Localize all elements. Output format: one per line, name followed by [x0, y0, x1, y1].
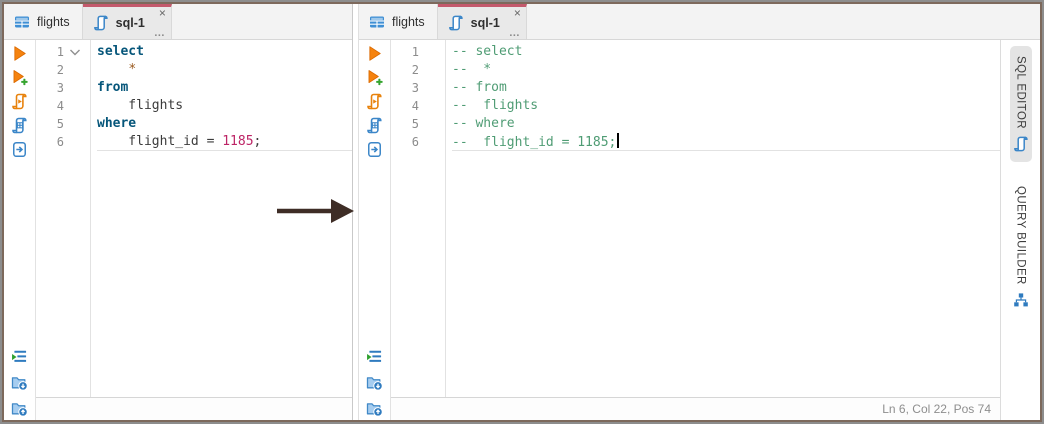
execute-statement-icon[interactable]	[11, 45, 28, 62]
code-line: where	[97, 115, 352, 133]
tab-flights[interactable]: flights	[4, 4, 83, 39]
sql-editor[interactable]: 123456 select *from flightswhere flight_…	[36, 40, 352, 397]
close-icon[interactable]: ×	[514, 7, 521, 19]
table-icon	[14, 14, 30, 30]
code-line: select	[97, 43, 352, 61]
code-line: -- *	[452, 61, 1000, 79]
script-list-icon[interactable]	[366, 348, 383, 365]
explain-plan-icon[interactable]	[366, 117, 383, 134]
code-line: -- flights	[452, 97, 1000, 115]
editor-column: 123456 select *from flightswhere flight_…	[36, 40, 352, 420]
toolbar-run-group	[366, 45, 383, 158]
line-number: 1	[391, 43, 445, 61]
code-line: flights	[97, 97, 352, 115]
toolbar-file-group	[11, 348, 28, 417]
line-number: 3	[391, 79, 445, 97]
side-tab-label: QUERY BUILDER	[1015, 186, 1027, 285]
sql-editor-panel-after: flights sql-1 × … 123456 -- select	[358, 4, 1040, 420]
line-number: 5	[391, 115, 445, 133]
tab-sql-1[interactable]: sql-1 × …	[83, 4, 172, 39]
overflow-dots-icon[interactable]: …	[509, 28, 521, 38]
line-number: 4	[36, 97, 90, 115]
script-icon	[448, 15, 464, 31]
fold-chevron-down-icon[interactable]	[64, 48, 86, 57]
execute-script-icon[interactable]	[366, 93, 383, 110]
code-line: -- select	[452, 43, 1000, 61]
code-line: flight_id = 1185;	[97, 133, 352, 151]
script-list-icon[interactable]	[11, 348, 28, 365]
line-number: 5	[36, 115, 90, 133]
editor-tabbar: flights sql-1 × …	[359, 4, 1040, 40]
table-icon	[369, 14, 385, 30]
tab-label: flights	[392, 15, 425, 29]
side-tab-label: SQL EDITOR	[1015, 56, 1027, 129]
line-number: 1	[36, 43, 90, 61]
line-number-gutter: 123456	[391, 40, 446, 397]
execute-script-icon[interactable]	[11, 93, 28, 110]
script-icon	[93, 15, 109, 31]
code-line: -- from	[452, 79, 1000, 97]
tab-sql-1[interactable]: sql-1 × …	[438, 4, 527, 39]
execute-new-tab-icon[interactable]	[11, 69, 28, 86]
text-cursor	[617, 133, 618, 148]
toolbar-run-group	[11, 45, 28, 158]
panel-body: 123456 -- select-- *-- from-- flights-- …	[359, 40, 1040, 420]
toolbar-file-group	[366, 348, 383, 417]
save-script-icon[interactable]	[366, 400, 383, 417]
dbeaver-window: flights sql-1 × … 123456 select	[0, 0, 1044, 424]
panel-body: 123456 select *from flightswhere flight_…	[4, 40, 352, 420]
caret-position: Ln 6, Col 22, Pos 74	[882, 402, 991, 416]
export-result-icon[interactable]	[366, 141, 383, 158]
tab-flights[interactable]: flights	[359, 4, 438, 39]
line-number: 2	[36, 61, 90, 79]
statusbar: Ln 6, Col 22, Pos 74	[391, 397, 1000, 420]
editor-tabbar: flights sql-1 × …	[4, 4, 352, 40]
explain-plan-icon[interactable]	[11, 117, 28, 134]
line-number: 2	[391, 61, 445, 79]
line-number: 4	[391, 97, 445, 115]
code-line: from	[97, 79, 352, 97]
execute-new-tab-icon[interactable]	[366, 69, 383, 86]
side-tab-query-builder[interactable]: QUERY BUILDER	[1010, 176, 1032, 318]
close-icon[interactable]: ×	[159, 7, 166, 19]
execute-statement-icon[interactable]	[366, 45, 383, 62]
code-line: -- flight_id = 1185;	[452, 133, 1000, 151]
line-number: 6	[391, 133, 445, 151]
tab-label: flights	[37, 15, 70, 29]
sql-editor[interactable]: 123456 -- select-- *-- from-- flights-- …	[391, 40, 1000, 397]
side-tab-sql-editor[interactable]: SQL EDITOR	[1010, 46, 1032, 162]
tab-label: sql-1	[471, 16, 500, 30]
window-frame: flights sql-1 × … 123456 select	[2, 2, 1042, 422]
code-area[interactable]: -- select-- *-- from-- flights-- where--…	[446, 40, 1000, 397]
sql-editor-panel-before: flights sql-1 × … 123456 select	[4, 4, 353, 420]
statusbar	[36, 397, 352, 420]
tab-label: sql-1	[116, 16, 145, 30]
editor-toolbar	[4, 40, 36, 420]
line-number: 6	[36, 133, 90, 151]
line-number-gutter: 123456	[36, 40, 91, 397]
code-line: -- where	[452, 115, 1000, 133]
hierarchy-icon	[1013, 292, 1029, 308]
line-number: 3	[36, 79, 90, 97]
export-result-icon[interactable]	[11, 141, 28, 158]
code-line: *	[97, 61, 352, 79]
open-script-icon[interactable]	[366, 374, 383, 391]
editor-toolbar	[359, 40, 391, 420]
overflow-dots-icon[interactable]: …	[154, 28, 166, 38]
save-script-icon[interactable]	[11, 400, 28, 417]
open-script-icon[interactable]	[11, 374, 28, 391]
editor-column: 123456 -- select-- *-- from-- flights-- …	[391, 40, 1000, 420]
script-icon	[1013, 136, 1029, 152]
code-area[interactable]: select *from flightswhere flight_id = 11…	[91, 40, 352, 397]
editor-side-tabs: SQL EDITOR QUERY BUILDER	[1000, 40, 1040, 420]
